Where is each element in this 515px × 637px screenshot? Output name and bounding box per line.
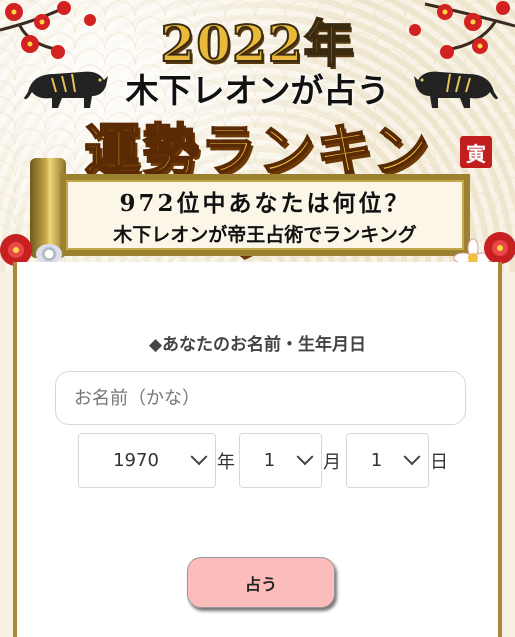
birth-year-value: 1970 — [113, 450, 159, 471]
tiger-seal: 寅 — [460, 136, 492, 168]
scroll-subline: 木下レオンが帝王占術でランキング — [113, 223, 417, 246]
chevron-down-icon — [296, 447, 314, 465]
birth-day-value: 1 — [370, 450, 383, 471]
header-banner: 2022年 木下レオンが占う 運勢ランキング 寅 972位中あなたは何位？ 木下… — [0, 0, 515, 272]
chevron-down-icon — [190, 447, 208, 465]
birth-day-select[interactable]: 1 — [346, 433, 429, 488]
day-unit: 日 — [430, 452, 448, 473]
fortune-submit-button[interactable]: 占う — [187, 557, 335, 608]
name-input[interactable] — [55, 371, 466, 425]
month-unit: 月 — [323, 452, 341, 473]
banner-subtitle: 木下レオンが占う — [125, 71, 390, 110]
year-unit: 年 — [217, 452, 235, 473]
ranking-scroll: 972位中あなたは何位？ 木下レオンが帝王占術でランキング — [60, 174, 470, 256]
birth-month-select[interactable]: 1 — [239, 433, 322, 488]
form-label: ◆あなたのお名前・生年月日 — [148, 335, 367, 355]
scroll-headline: 972位中あなたは何位？ — [119, 189, 411, 217]
birth-year-select[interactable]: 1970 — [78, 433, 216, 488]
birth-month-value: 1 — [263, 450, 276, 471]
chevron-down-icon — [403, 447, 421, 465]
